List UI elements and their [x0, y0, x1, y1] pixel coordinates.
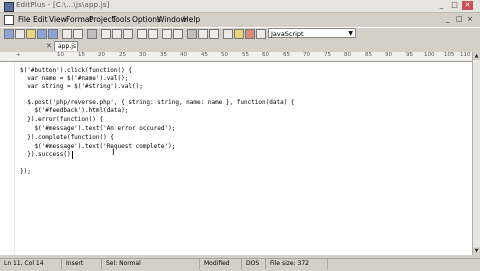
- code-editor[interactable]: [0, 62, 472, 255]
- menu-edit[interactable]: Edit: [33, 15, 48, 24]
- scroll-down-icon[interactable]: ▼: [473, 247, 480, 255]
- chevron-down-icon: ▼: [348, 30, 353, 37]
- menu-project[interactable]: Project: [89, 15, 115, 24]
- scroll-up-icon[interactable]: ▲: [473, 52, 480, 60]
- menu-tools[interactable]: Tools: [112, 15, 130, 24]
- document-icon[interactable]: [4, 15, 14, 25]
- cut-icon[interactable]: [101, 29, 111, 39]
- code-line: $.post('php/reverse.php', { string: stri…: [20, 99, 295, 106]
- menu-help[interactable]: Help: [183, 15, 200, 24]
- code-line: $('#message').text('An error occured');: [20, 125, 176, 132]
- ruler-label: 110: [460, 52, 471, 58]
- ruler-label: 75: [324, 52, 331, 58]
- spellcheck-icon[interactable]: [87, 29, 97, 39]
- ruler-label: 95: [406, 52, 413, 58]
- save-icon[interactable]: [37, 29, 47, 39]
- mdi-restore-icon[interactable]: □: [456, 15, 463, 23]
- mdi-close-icon[interactable]: ×: [467, 15, 473, 23]
- replace-icon[interactable]: [173, 29, 183, 39]
- tab-close-icon[interactable]: ✕: [46, 42, 52, 50]
- word-wrap-icon[interactable]: [187, 29, 197, 39]
- mouse-ibeam-icon: I: [112, 148, 115, 158]
- paste-icon[interactable]: [123, 29, 133, 39]
- redo-icon[interactable]: [148, 29, 158, 39]
- editor-window: EditPlus - [C:\...\js\app.js] _ □ ✕ File…: [0, 0, 480, 271]
- close-icon[interactable]: ✕: [462, 1, 473, 10]
- ruler-label: 70: [303, 52, 310, 58]
- menu-file[interactable]: File: [18, 15, 31, 24]
- code-line: }).complete(function() {: [20, 134, 114, 141]
- code-line: $('#button').click(function() {: [20, 67, 132, 74]
- ruler-label: 10: [57, 52, 64, 58]
- code-line: var string = $('#string').val();: [20, 83, 143, 90]
- find-icon[interactable]: [162, 29, 172, 39]
- status-modified: Modified: [202, 259, 242, 269]
- status-lineend[interactable]: DOS: [244, 259, 266, 269]
- open-icon[interactable]: [26, 29, 36, 39]
- code-line: var name = $('#name').val();: [20, 75, 129, 82]
- run-icon[interactable]: [245, 29, 255, 39]
- ruler-label: +: [16, 52, 21, 58]
- editor-gutter: [0, 62, 15, 255]
- ruler-label: 65: [283, 52, 290, 58]
- text-caret: [72, 151, 73, 159]
- undo-icon[interactable]: [137, 29, 147, 39]
- ruler-label: 30: [139, 52, 146, 58]
- code-line: $('#message').text('Request complete');: [20, 143, 176, 150]
- ruler-icon[interactable]: [198, 29, 208, 39]
- code-line: }).error(function() {: [20, 116, 104, 123]
- window-title: EditPlus - [C:\...\js\app.js]: [16, 1, 110, 9]
- minimize-icon[interactable]: _: [436, 1, 447, 10]
- language-select[interactable]: JavaScript ▼: [268, 28, 356, 38]
- line-number-icon[interactable]: [209, 29, 219, 39]
- ruler-label: 40: [180, 52, 187, 58]
- ruler-label: 20: [98, 52, 105, 58]
- status-insert[interactable]: Insert: [64, 259, 102, 269]
- ruler-label: 60: [262, 52, 269, 58]
- language-select-value: JavaScript: [271, 30, 304, 38]
- ruler-label: 100: [424, 52, 435, 58]
- directory-icon[interactable]: [4, 29, 14, 39]
- ruler-label: 35: [160, 52, 167, 58]
- ruler-label: 55: [242, 52, 249, 58]
- print-preview-icon[interactable]: [73, 29, 83, 39]
- status-selection[interactable]: Sel: Normal: [104, 259, 200, 269]
- maximize-icon[interactable]: □: [449, 1, 460, 10]
- ruler-label: 45: [201, 52, 208, 58]
- code-line: $('#feedback').html(data);: [20, 107, 129, 114]
- ruler-label: 105: [444, 52, 455, 58]
- new-file-icon[interactable]: [15, 29, 25, 39]
- ruler-label: 80: [344, 52, 351, 58]
- code-line: });: [20, 168, 31, 175]
- app-icon: [4, 2, 14, 12]
- settings-icon[interactable]: [256, 29, 266, 39]
- print-icon[interactable]: [62, 29, 72, 39]
- ruler-label: 15: [78, 52, 85, 58]
- browser-icon[interactable]: [223, 29, 233, 39]
- ruler: + 10 15 20 25 30 35 40 45 50 55 60 65 70…: [0, 52, 472, 62]
- vertical-scrollbar[interactable]: ▲ ▼: [472, 52, 480, 255]
- save-all-icon[interactable]: [48, 29, 58, 39]
- mdi-minimize-icon[interactable]: _: [446, 15, 450, 23]
- cliptext-icon[interactable]: [234, 29, 244, 39]
- status-filesize: File size: 372: [268, 259, 328, 269]
- code-line: }).success();: [20, 151, 75, 158]
- copy-icon[interactable]: [112, 29, 122, 39]
- ruler-label: 50: [221, 52, 228, 58]
- status-position: Ln 11, Col 14: [2, 259, 62, 269]
- ruler-label: 85: [365, 52, 372, 58]
- tab-app-js[interactable]: app.js: [54, 41, 78, 51]
- menu-view[interactable]: View: [49, 15, 67, 24]
- ruler-label: 90: [385, 52, 392, 58]
- ruler-label: 25: [119, 52, 126, 58]
